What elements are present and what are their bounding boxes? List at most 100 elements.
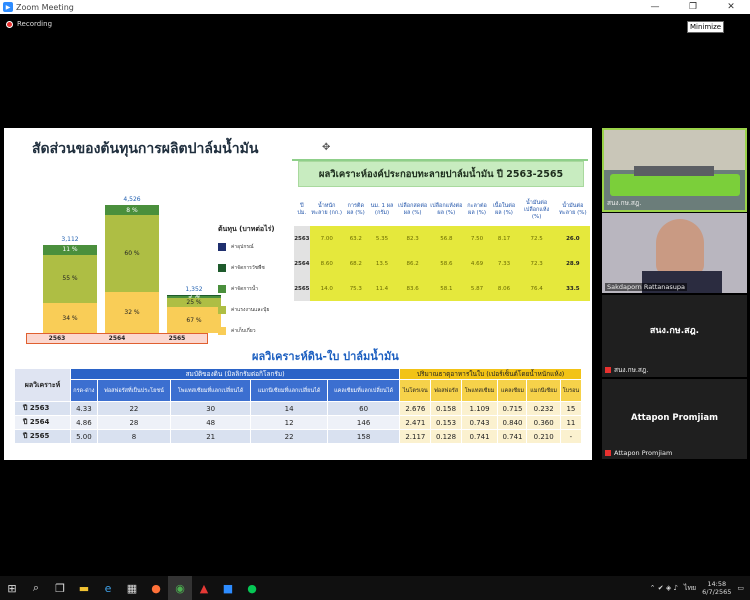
line-icon[interactable]: ● xyxy=(240,576,264,600)
legend-label: ค่าเก็บเกี่ยว xyxy=(231,328,256,334)
close-window-button[interactable]: ✕ xyxy=(712,0,750,14)
table-cell: 30 xyxy=(170,401,252,416)
soil-header: โพแทสเซียมที่แลกเปลี่ยนได้ xyxy=(170,379,252,402)
table1-header: เนื้อในต่อผล (%) xyxy=(492,203,516,216)
participant-center-name: สนง.กษ.สฎ. xyxy=(649,326,700,336)
bar-total-label: 4,526 xyxy=(123,196,141,203)
zoom-taskbar-icon[interactable]: ■ xyxy=(216,576,240,600)
table-cell: 63.2 xyxy=(343,226,368,251)
soil-header: แคลเซียมที่แลกเปลี่ยนได้ xyxy=(326,379,401,402)
table-cell: 83.6 xyxy=(396,276,430,301)
table-cell: 58.6 xyxy=(429,251,464,276)
recording-indicator[interactable]: Recording xyxy=(6,20,52,28)
table1-header: เปลือกแห้งต่อผล (%) xyxy=(430,203,463,216)
table1-title: ผลวิเคราะห์องค์ประกอบทะลายปาล์มน้ำมัน ปี… xyxy=(298,161,584,187)
edge-icon[interactable]: e xyxy=(96,576,120,600)
table-cell: 86.2 xyxy=(396,251,430,276)
table-row: 2564 8.60 68.2 13.5 86.2 58.6 4.69 7.33 72.3 28.9 xyxy=(294,251,590,276)
leaf-header: โบรอน xyxy=(559,379,583,402)
legend-title: ต้นทุน (บาทต่อไร่) xyxy=(218,225,275,233)
table-cell: 1.109 xyxy=(460,401,499,416)
table-cell: 14 xyxy=(250,401,328,416)
table-cell: 76.4 xyxy=(517,276,556,301)
chrome-icon[interactable]: ◉ xyxy=(168,576,192,600)
legend-swatch xyxy=(218,243,226,251)
table-cell: 0.158 xyxy=(430,401,462,416)
leaf-header: แมกนีเซียม xyxy=(526,379,561,402)
participant-tile-office[interactable]: สนง.กษ.สฎ. สนง.กษ.สฎ. xyxy=(602,295,747,377)
bar-segment: 11 % xyxy=(43,244,97,255)
legend-item: ค่าแรงงานและปุ๋ย xyxy=(218,306,298,314)
table-cell: 11.4 xyxy=(367,276,397,301)
table-cell: 8.17 xyxy=(490,226,518,251)
bar-segment: 67 % xyxy=(167,307,221,333)
clock[interactable]: 14:58 6/7/2565 xyxy=(702,580,731,596)
legend-swatch xyxy=(218,306,226,314)
zoom-icon: ▶ xyxy=(3,2,13,12)
language-indicator[interactable]: ไทย xyxy=(684,583,696,594)
slide-title: สัดส่วนของต้นทุนการผลิตปาล์มน้ำมัน xyxy=(32,141,259,157)
table-cell: 8 xyxy=(96,429,172,444)
windows-taskbar: ⊞ ⌕ ❐ ▬ e ▦ ● ◉ ▲ ■ ● ⌃ ✔ ◈ ♪ ไทย 14:58 … xyxy=(0,576,750,600)
app-icon[interactable]: ▲ xyxy=(192,576,216,600)
tray-icons[interactable]: ⌃ ✔ ◈ ♪ xyxy=(650,584,678,592)
participant-tile-attapon[interactable]: Attapon Promjiam Attapon Promjiam xyxy=(602,379,747,459)
restore-window-button[interactable]: ❐ xyxy=(674,0,712,14)
table1-header: ปี ปม. xyxy=(297,203,307,216)
room-table xyxy=(634,166,714,176)
legend-item: ค่าเก็บเกี่ยว xyxy=(218,327,298,335)
table-cell: 5.35 xyxy=(367,226,397,251)
table-cell: 2.676 xyxy=(399,401,432,416)
category-label: 2564 xyxy=(108,335,126,342)
participant-name: Attapon Promjiam xyxy=(605,449,672,457)
table-cell: 28.9 xyxy=(555,251,590,276)
notification-icon[interactable]: ▭ xyxy=(737,584,744,592)
table1-header: น้ำมันต่อเปลือกแห้ง (%) xyxy=(523,199,550,220)
task-view-icon[interactable]: ❐ xyxy=(48,576,72,600)
room-wall xyxy=(604,130,745,170)
table-cell: 0.210 xyxy=(526,429,561,444)
bar-segment: 8 % xyxy=(105,205,159,216)
table2-title: ผลวิเคราะห์ดิน-ใบ ปาล์มน้ำมัน xyxy=(252,350,399,363)
store-icon[interactable]: ▦ xyxy=(120,576,144,600)
participant-tile-sakdaporn[interactable]: Sakdaporn Rattanasupa xyxy=(602,213,747,293)
shared-slide: สัดส่วนของต้นทุนการผลิตปาล์มน้ำมัน ✥ 256… xyxy=(4,128,592,460)
search-icon[interactable]: ⌕ xyxy=(24,576,48,600)
muted-mic-icon xyxy=(605,367,611,373)
file-explorer-icon[interactable]: ▬ xyxy=(72,576,96,600)
table-cell: 58.1 xyxy=(429,276,464,301)
table-cell: 68.2 xyxy=(343,251,368,276)
table-cell: 0.741 xyxy=(497,429,528,444)
room-participants xyxy=(610,174,740,196)
soil-header: แมกนีเซียมที่แลกเปลี่ยนได้ xyxy=(250,379,328,402)
table-cell: 5.00 xyxy=(70,429,98,444)
minimize-tooltip: Minimize xyxy=(687,21,725,33)
chart-legend: ต้นทุน (บาทต่อไร่) ค่าอุปกรณ์ ค่าจัดการวั… xyxy=(218,224,298,348)
table-cell: ปี 2564 xyxy=(14,415,71,430)
table-cell: 8.06 xyxy=(490,276,518,301)
legend-label: ค่าแรงงานและปุ๋ย xyxy=(231,307,270,313)
soil-leaf-table: ผลวิเคราะห์ สมบัติของดิน (มิลลิกรัมต่อกิ… xyxy=(14,368,583,444)
table-cell: 2.117 xyxy=(399,429,432,444)
table-cell: 12 xyxy=(250,415,328,430)
legend-swatch xyxy=(218,264,226,272)
table1-header: กะลาต่อผล (%) xyxy=(467,203,487,216)
bar-segment: 34 % xyxy=(43,303,97,333)
time: 14:58 xyxy=(707,580,727,588)
table-cell: 0.153 xyxy=(430,415,462,430)
start-icon[interactable]: ⊞ xyxy=(0,576,24,600)
table-cell: 14.0 xyxy=(309,276,344,301)
participant-tile-room[interactable]: สนง.กษ.สฎ. xyxy=(602,128,747,212)
system-tray: ⌃ ✔ ◈ ♪ ไทย 14:58 6/7/2565 ▭ xyxy=(650,576,750,600)
firefox-icon[interactable]: ● xyxy=(144,576,168,600)
table1-header: เปลือกสดต่อผล (%) xyxy=(398,203,428,216)
move-cursor-icon: ✥ xyxy=(322,142,331,153)
table-cell: 72.3 xyxy=(517,251,556,276)
table-cell: 72.5 xyxy=(517,226,556,251)
table-cell: 158 xyxy=(326,429,401,444)
table2-corner: ผลวิเคราะห์ xyxy=(14,368,71,402)
table-cell: ปี 2563 xyxy=(14,401,71,416)
legend-swatch xyxy=(218,327,226,335)
muted-mic-icon xyxy=(605,450,611,456)
minimize-window-button[interactable]: — xyxy=(636,0,674,14)
